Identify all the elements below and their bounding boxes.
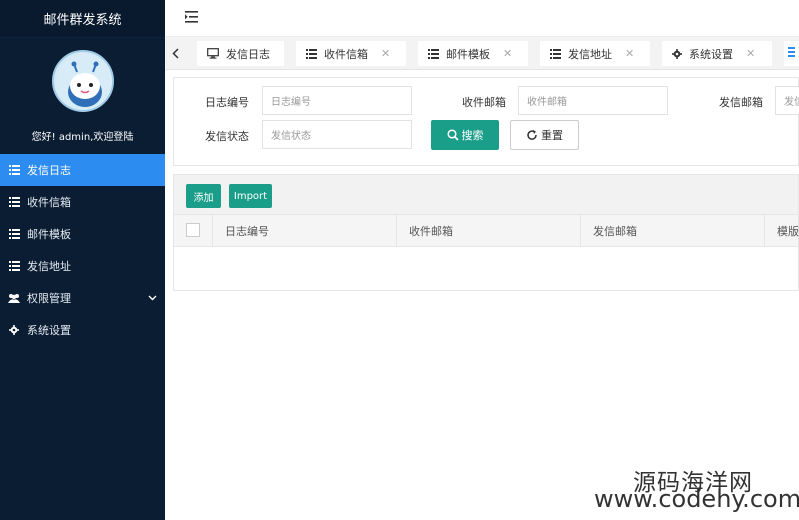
search-button[interactable]: 搜索 — [431, 120, 499, 150]
tab-label: 发信日志 — [226, 47, 270, 61]
close-icon[interactable]: ✕ — [381, 47, 390, 60]
users-icon — [8, 292, 20, 304]
tab-overflow[interactable] — [784, 41, 799, 66]
placeholder-text: 日志编号 — [271, 97, 311, 108]
import-button[interactable]: Import — [229, 184, 272, 208]
log-id-label: 日志编号 — [205, 96, 249, 109]
list-icon — [8, 196, 20, 208]
list-icon — [788, 47, 795, 60]
sidebar-item-label: 收件信箱 — [27, 196, 71, 209]
sender-input[interactable]: 发信 — [775, 86, 799, 115]
select-all-checkbox[interactable] — [186, 223, 200, 237]
sidebar-item-templates[interactable]: 邮件模板 — [0, 218, 165, 250]
recipient-input[interactable]: 收件邮箱 — [518, 86, 668, 115]
tab-inbox[interactable]: 收件信箱 ✕ — [296, 41, 406, 66]
sidebar-item-label: 发信日志 — [27, 164, 71, 177]
avatar[interactable] — [51, 50, 114, 112]
log-id-input[interactable]: 日志编号 — [262, 86, 412, 115]
sidebar-item-settings[interactable]: 系统设置 — [0, 314, 165, 346]
placeholder-text: 发信状态 — [271, 131, 311, 142]
reset-button-label: 重置 — [541, 129, 563, 142]
list-icon — [306, 48, 317, 59]
placeholder-text: 收件邮箱 — [527, 97, 567, 108]
chevron-left-icon[interactable] — [169, 45, 181, 61]
table-header: 日志编号 收件邮箱 发信邮箱 模版 — [174, 215, 799, 247]
search-button-label: 搜索 — [461, 129, 484, 142]
column-header-recipient[interactable]: 收件邮箱 — [396, 215, 580, 246]
list-icon — [8, 228, 20, 240]
monitor-icon — [207, 48, 219, 59]
recipient-label: 收件邮箱 — [462, 96, 506, 109]
sidebar-item-label: 邮件模板 — [27, 228, 71, 241]
search-icon — [446, 129, 459, 141]
welcome-text: 您好! admin,欢迎登陆 — [31, 132, 134, 143]
list-icon — [550, 48, 561, 59]
sidebar-item-inbox[interactable]: 收件信箱 — [0, 186, 165, 218]
search-form: 日志编号 日志编号 收件邮箱 收件邮箱 发信邮箱 发信 发信状态 发信状态 搜索… — [173, 77, 799, 166]
column-header-sender[interactable]: 发信邮箱 — [580, 215, 764, 246]
tab-label: 系统设置 — [689, 47, 733, 61]
tab-settings[interactable]: 系统设置 ✕ — [662, 41, 772, 66]
tab-bar: 发信日志 收件信箱 ✕ 邮件模板 ✕ 发信地址 ✕ 系统设置 ✕ — [165, 37, 799, 70]
list-icon — [8, 164, 20, 176]
menu-toggle-icon[interactable] — [185, 11, 199, 25]
sidebar-item-sender-address[interactable]: 发信地址 — [0, 250, 165, 282]
close-icon[interactable]: ✕ — [625, 47, 634, 60]
placeholder-text: 发信 — [784, 97, 799, 108]
column-header-template[interactable]: 模版 — [764, 215, 799, 246]
tab-send-log[interactable]: 发信日志 — [197, 41, 284, 66]
sidebar-item-label: 系统设置 — [27, 324, 71, 337]
list-icon — [428, 48, 439, 59]
sidebar-item-send-log[interactable]: 发信日志 — [0, 154, 165, 186]
refresh-icon — [526, 129, 538, 141]
data-table-panel: 添加 Import 日志编号 收件邮箱 发信邮箱 模版 — [173, 174, 799, 291]
tab-sender-address[interactable]: 发信地址 ✕ — [540, 41, 650, 66]
sidebar-item-permissions[interactable]: 权限管理 — [0, 282, 165, 314]
list-icon — [8, 260, 20, 272]
sidebar-item-label: 权限管理 — [27, 292, 71, 305]
tab-label: 发信地址 — [568, 47, 612, 61]
app-title: 邮件群发系统 — [0, 0, 165, 38]
gear-icon — [8, 324, 20, 336]
status-label: 发信状态 — [205, 130, 249, 143]
gear-icon — [672, 48, 682, 59]
tab-label: 收件信箱 — [324, 47, 368, 61]
status-input[interactable]: 发信状态 — [262, 120, 412, 149]
column-header-log-id[interactable]: 日志编号 — [212, 215, 396, 246]
chevron-down-icon[interactable] — [148, 291, 157, 304]
sidebar-menu: 发信日志 收件信箱 邮件模板 发信地址 权限管理 系统设置 — [0, 154, 165, 346]
add-button[interactable]: 添加 — [186, 184, 221, 208]
tab-templates[interactable]: 邮件模板 ✕ — [418, 41, 528, 66]
top-header — [165, 0, 799, 37]
table-toolbar: 添加 Import — [174, 175, 798, 215]
watermark-url: www.codehy.com — [594, 485, 799, 513]
sidebar-item-label: 发信地址 — [27, 260, 71, 273]
reset-button[interactable]: 重置 — [510, 120, 579, 150]
tab-label: 邮件模板 — [446, 47, 490, 61]
sender-label: 发信邮箱 — [719, 96, 763, 109]
close-icon[interactable]: ✕ — [746, 47, 755, 60]
sidebar: 邮件群发系统 您好! admin,欢迎登陆 发信日志 收件信箱 邮件模板 发信地… — [0, 0, 165, 520]
close-icon[interactable]: ✕ — [503, 47, 512, 60]
